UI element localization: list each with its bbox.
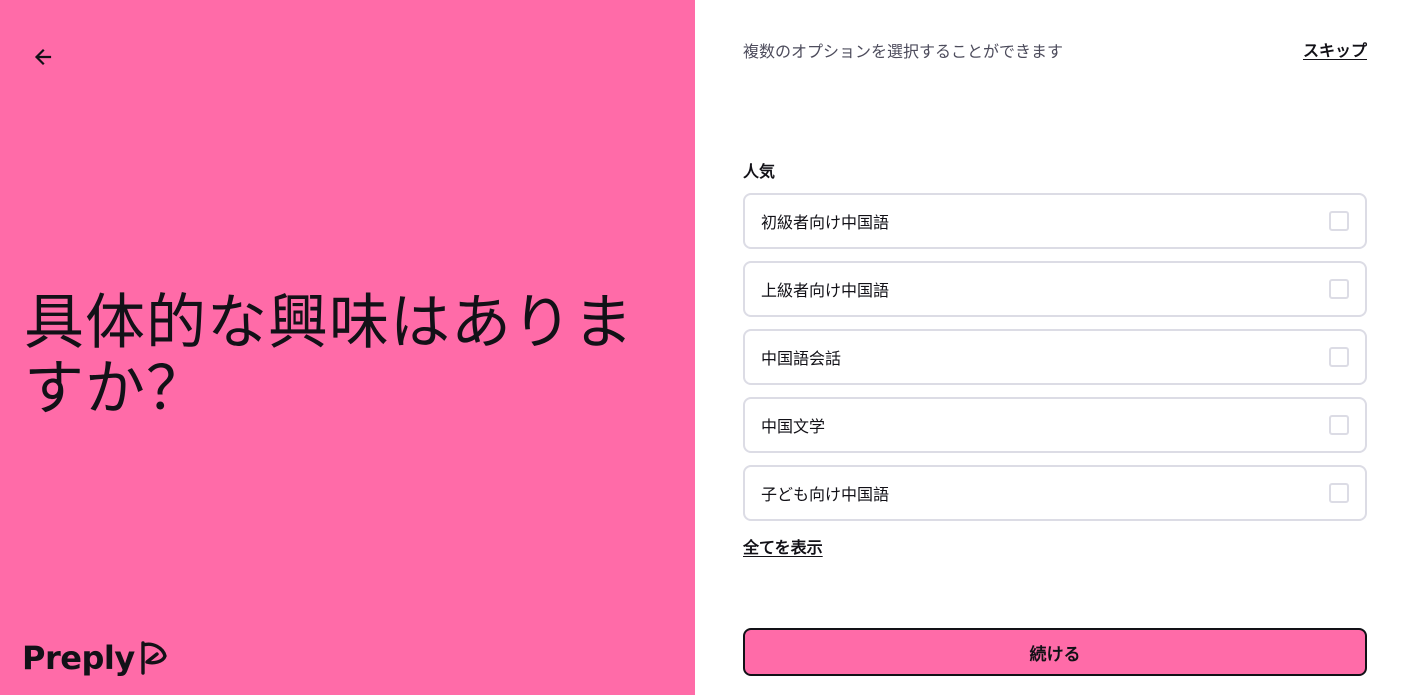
left-panel: 具体的な興味はありますか？ Preply	[0, 0, 695, 695]
option-item[interactable]: 初級者向け中国語	[743, 193, 1367, 249]
section-title-popular: 人気	[743, 162, 776, 181]
option-label: 上級者向け中国語	[761, 281, 890, 300]
logo[interactable]: Preply	[22, 638, 169, 678]
option-label: 中国文学	[761, 417, 826, 436]
option-checkbox[interactable]	[1329, 279, 1349, 299]
option-item[interactable]: 子ども向け中国語	[743, 465, 1367, 521]
back-button[interactable]	[26, 40, 60, 74]
option-label: 子ども向け中国語	[761, 485, 890, 504]
right-panel: 複数のオプションを選択することができます スキップ 人気 初級者向け中国語 上級…	[695, 0, 1401, 695]
option-label: 中国語会話	[761, 349, 842, 368]
option-checkbox[interactable]	[1329, 415, 1349, 435]
show-all-link[interactable]: 全てを表示	[743, 534, 823, 558]
app-root: 具体的な興味はありますか？ Preply 複数のオプションを選択することができま…	[0, 0, 1401, 695]
option-item[interactable]: 上級者向け中国語	[743, 261, 1367, 317]
option-checkbox[interactable]	[1329, 347, 1349, 367]
option-label: 初級者向け中国語	[761, 213, 890, 232]
logo-text: Preply	[22, 639, 135, 677]
option-checkbox[interactable]	[1329, 483, 1349, 503]
option-item[interactable]: 中国語会話	[743, 329, 1367, 385]
continue-button[interactable]: 続ける	[743, 628, 1367, 676]
arrow-left-icon	[34, 48, 52, 66]
skip-link[interactable]: スキップ	[1303, 37, 1367, 61]
option-item[interactable]: 中国文学	[743, 397, 1367, 453]
preply-flag-icon	[140, 641, 167, 675]
option-checkbox[interactable]	[1329, 211, 1349, 231]
page-title: 具体的な興味はありますか？	[24, 288, 634, 424]
options-list: 初級者向け中国語 上級者向け中国語 中国語会話 中国文学 子ども向け中国語	[743, 193, 1367, 533]
selection-hint: 複数のオプションを選択することができます	[743, 42, 1064, 61]
